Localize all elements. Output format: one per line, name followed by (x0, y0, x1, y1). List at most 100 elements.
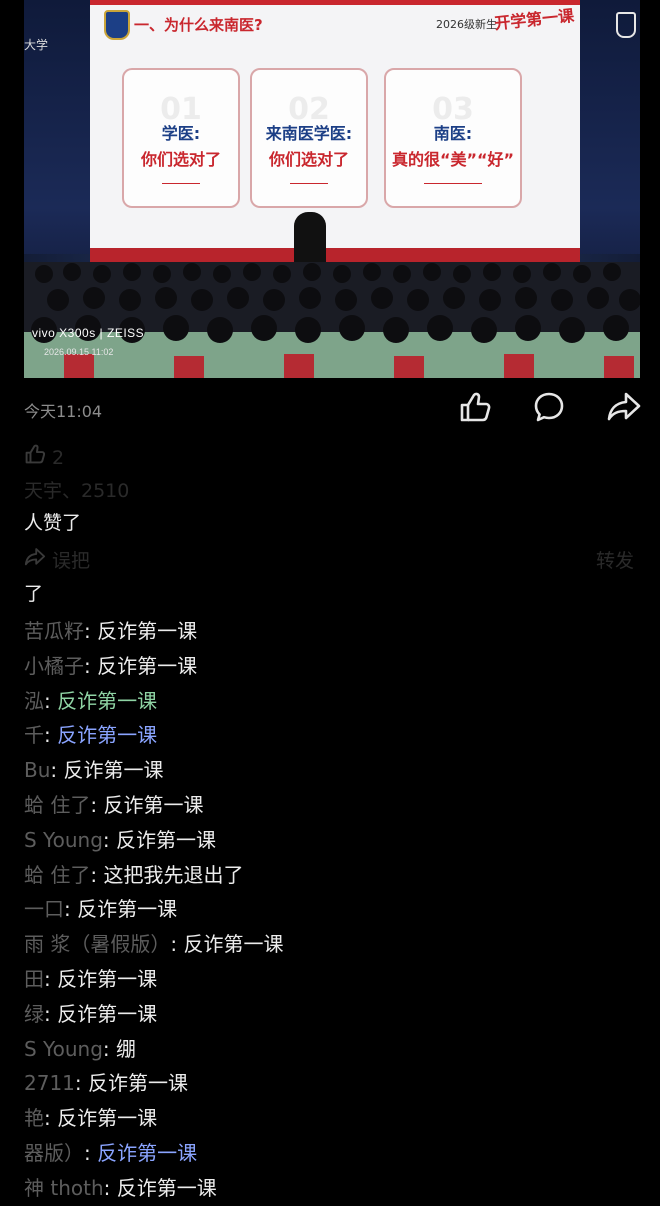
comment-separator: : (44, 1106, 58, 1131)
comment-text: 反诈第一课 (57, 1106, 158, 1131)
comment-author[interactable]: 器版） (24, 1141, 84, 1165)
comment-author[interactable]: 泓 (24, 689, 44, 713)
comment-item[interactable]: S Young: 反诈第一课 (24, 823, 644, 858)
comment-item[interactable]: 雨 浆（暑假版）: 反诈第一课 (24, 927, 644, 962)
comment-text: 反诈第一课 (57, 1001, 158, 1026)
reposts-partial-text-end: 转发 (595, 550, 634, 572)
comment-separator: : (74, 1071, 89, 1096)
comment-separator: : (50, 758, 64, 783)
card-subtitle: 你们选对了 (268, 150, 349, 169)
card-rule (162, 183, 200, 184)
like-button[interactable] (458, 390, 492, 424)
comment-separator: : (44, 1001, 58, 1026)
post-photo[interactable]: 一、为什么来南医? 2026级新生 开学第一课 01 学医: 你们选对了 02 … (24, 0, 640, 378)
comment-text: 反诈第一课 (97, 619, 198, 643)
comment-separator: : (103, 1175, 117, 1200)
comment-item[interactable]: 2711: 反诈第一课 (24, 1066, 644, 1101)
comment-item[interactable]: S Young: 绷 (24, 1032, 644, 1067)
comment-author[interactable]: 一口 (24, 897, 64, 921)
reposts-summary[interactable]: 误把 转发 了 (24, 545, 634, 610)
post-time: 今天11:04 (24, 402, 103, 421)
slide-card-2: 02 来南医学医: 你们选对了 (250, 68, 368, 208)
comment-author[interactable]: 千 (24, 723, 44, 747)
comment-item[interactable]: 艳: 反诈第一课 (24, 1101, 644, 1136)
likes-suffix: 人赞了 (24, 511, 82, 534)
card-subtitle: 真的很“美”“好” (391, 150, 515, 169)
comment-author[interactable]: 绿 (24, 1002, 44, 1026)
comment-separator: : (84, 619, 98, 643)
comment-separator: : (84, 653, 98, 678)
slide-heading: 一、为什么来南医? (134, 16, 263, 34)
comment-separator: : (64, 897, 78, 922)
slide-lesson-mark: 开学第一课 (493, 5, 575, 34)
comment-bubble-icon (534, 392, 564, 422)
camera-watermark-brand: vivo X300s | ZEISS (32, 326, 145, 340)
comment-item[interactable]: 一口: 反诈第一课 (24, 892, 644, 927)
card-rule (290, 183, 328, 184)
comment-author[interactable]: 蛤 住了 (24, 863, 90, 887)
comment-separator: : (90, 862, 104, 887)
comment-separator: : (44, 688, 58, 713)
audience-crowd (24, 262, 640, 378)
reposts-partial-text: 误把 (52, 550, 91, 572)
comment-item[interactable]: 泓: 反诈第一课 (24, 684, 644, 719)
thumbs-up-icon (460, 392, 491, 422)
comment-item[interactable]: 小橘子: 反诈第一课 (24, 649, 644, 684)
comment-item[interactable]: Bu: 反诈第一课 (24, 753, 644, 788)
comment-item[interactable]: 蛤 住了: 这把我先退出了 (24, 858, 644, 893)
likes-summary[interactable]: 2 天宇、2510 人赞了 (24, 442, 634, 539)
comment-separator: : (44, 966, 58, 991)
comment-text: 反诈第一课 (57, 723, 158, 748)
card-title: 南医: (433, 124, 473, 143)
comment-text: 反诈第一课 (97, 1140, 198, 1165)
speaker-figure (294, 212, 326, 268)
share-arrow-icon (607, 392, 641, 421)
comment-author[interactable]: 雨 浆（暑假版） (24, 932, 170, 956)
comment-item[interactable]: 器版）: 反诈第一课 (24, 1136, 644, 1171)
reposts-suffix: 了 (24, 582, 44, 605)
comment-author[interactable]: Bu (24, 758, 50, 782)
card-title: 来南医学医: (265, 124, 353, 143)
comment-item[interactable]: 苦瓜籽: 反诈第一课 (24, 614, 644, 649)
photo-edge-text: 大学 (24, 38, 49, 52)
comment-text: 反诈第一课 (183, 932, 284, 957)
comment-author[interactable]: 艳 (24, 1106, 44, 1130)
comment-author[interactable]: 2711 (24, 1071, 75, 1095)
comment-text: 反诈第一课 (116, 1175, 217, 1200)
comment-text: 反诈第一课 (116, 827, 217, 852)
comment-text: 反诈第一课 (57, 966, 158, 991)
slide-card-1: 01 学医: 你们选对了 (122, 68, 240, 208)
university-emblem-icon (104, 10, 130, 40)
camera-watermark-date: 2026.09.15 11:02 (44, 347, 114, 357)
comment-separator: : (102, 1036, 117, 1061)
comment-author[interactable]: 苦瓜籽 (24, 619, 84, 643)
comment-item[interactable]: 蛤 住了: 反诈第一课 (24, 788, 644, 823)
comment-separator: : (84, 1140, 98, 1165)
comment-author[interactable]: 田 (24, 967, 44, 991)
comment-author[interactable]: 小橘子 (24, 654, 84, 678)
comment-separator: : (90, 792, 104, 817)
comment-item[interactable]: 神 thoth: 反诈第一课 (24, 1171, 644, 1206)
comment-author[interactable]: 神 thoth (24, 1176, 104, 1200)
comment-author[interactable]: S Young (24, 1037, 103, 1061)
slide-cohort: 2026级新生 (436, 18, 497, 31)
slide-card-3: 03 南医: 真的很“美”“好” (384, 68, 522, 208)
corner-emblem-icon (616, 12, 636, 38)
comment-separator: : (170, 932, 184, 957)
card-subtitle: 你们选对了 (140, 150, 221, 169)
comment-text: 反诈第一课 (63, 758, 164, 783)
comment-item[interactable]: 绿: 反诈第一课 (24, 997, 644, 1032)
comment-button[interactable] (532, 390, 566, 424)
comment-text: 反诈第一课 (88, 1071, 189, 1096)
comment-list: 苦瓜籽: 反诈第一课 小橘子: 反诈第一课 泓: 反诈第一课 千: 反诈第一课 Bu: … (24, 614, 644, 1206)
projection-screen: 一、为什么来南医? 2026级新生 开学第一课 01 学医: 你们选对了 02 … (90, 0, 580, 254)
comment-item[interactable]: 千: 反诈第一课 (24, 718, 644, 753)
post-actions (458, 390, 642, 424)
comment-text: 反诈第一课 (57, 688, 158, 713)
thumbs-up-icon (24, 443, 46, 475)
comment-item[interactable]: 田: 反诈第一课 (24, 962, 644, 997)
comment-author[interactable]: 蛤 住了 (24, 793, 90, 817)
likes-partial-text-2: 天宇、2510 (24, 479, 130, 502)
share-button[interactable] (606, 390, 642, 424)
comment-author[interactable]: S Young (24, 828, 103, 852)
